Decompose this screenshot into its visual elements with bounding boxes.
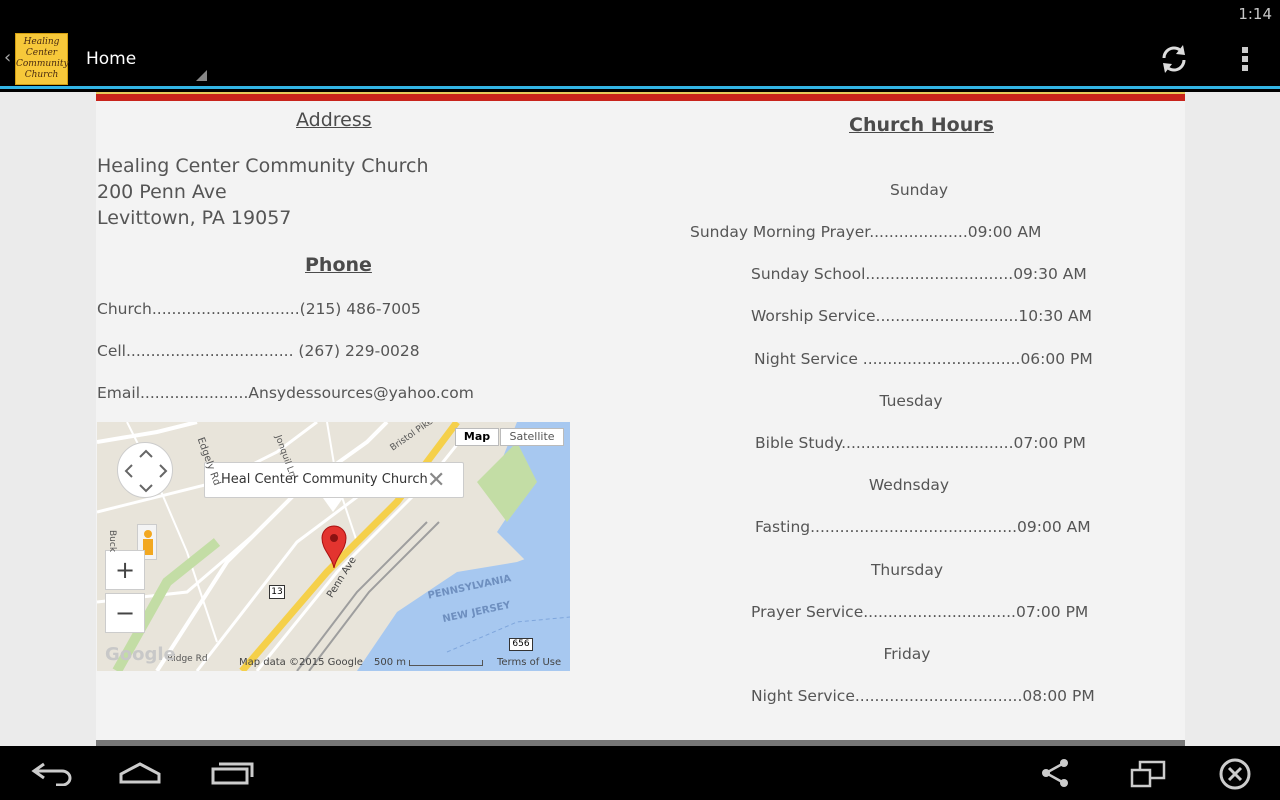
status-bar: 1:14 (0, 0, 1280, 29)
spinner-indicator-icon[interactable] (196, 70, 207, 81)
day-label-tuesday: Tuesday (879, 392, 943, 410)
window-icon[interactable] (1130, 760, 1166, 788)
back-caret-icon[interactable]: ‹ (4, 47, 11, 68)
church-phone[interactable]: Church..............................(215… (97, 300, 421, 318)
address-line: Levittown, PA 19057 (97, 207, 292, 229)
refresh-icon (1162, 45, 1186, 73)
overflow-menu-icon (1242, 47, 1248, 53)
hours-row: Prayer Service..........................… (751, 603, 1089, 621)
day-label-wednesday: Wednsday (868, 476, 950, 494)
recent-apps-icon[interactable] (210, 760, 254, 786)
map-type-map-button[interactable]: Map (455, 428, 499, 446)
day-label-friday: Friday (883, 645, 931, 663)
location-map[interactable]: Map Satellite + − Heal Center Community … (97, 422, 570, 671)
nav-spinner-title[interactable]: Home (86, 49, 136, 69)
close-circle-icon[interactable] (1218, 757, 1252, 791)
close-icon[interactable]: ✕ (427, 468, 445, 493)
email-address[interactable]: Email......................Ansydessource… (97, 384, 474, 402)
pan-arrows-icon (124, 449, 168, 493)
cell-phone[interactable]: Cell.................................. (… (97, 342, 420, 360)
map-attribution: Map data ©2015 Google (239, 657, 363, 668)
phone-heading: Phone (305, 254, 372, 276)
hours-row: Night Service...........................… (751, 687, 1095, 705)
zoom-out-button[interactable]: − (105, 593, 145, 633)
hours-row: Sunday School...........................… (751, 265, 1087, 283)
street-label: Buck (107, 530, 117, 553)
map-pan-control[interactable] (117, 442, 173, 498)
home-icon[interactable] (118, 760, 162, 786)
header-stripe (96, 92, 1185, 101)
route-shield: 656 (509, 638, 533, 651)
google-logo: Google (105, 644, 176, 665)
route-shield: 13 (269, 585, 285, 599)
map-terms-link[interactable]: Terms of Use (497, 657, 561, 668)
address-line: 200 Penn Ave (97, 181, 227, 203)
overflow-menu-icon (1242, 65, 1248, 71)
zoom-in-button[interactable]: + (105, 550, 145, 590)
web-view[interactable]: Address Healing Center Community Church … (0, 92, 1280, 746)
logo-line: Church (24, 70, 59, 80)
app-logo[interactable]: Healing Center Community Church (15, 33, 69, 85)
logo-line: Healing (23, 37, 60, 47)
logo-line: Center (25, 48, 58, 58)
address-line: Healing Center Community Church (97, 155, 429, 177)
map-info-window[interactable]: Heal Center Community Church ✕ (204, 462, 464, 512)
map-scale-bar (409, 660, 483, 666)
logo-line: Community (16, 59, 69, 69)
hours-heading: Church Hours (849, 114, 994, 136)
back-icon[interactable] (30, 760, 74, 786)
system-nav-bar (0, 746, 1280, 800)
hours-row: Night Service ..........................… (754, 350, 1093, 368)
page-content: Address Healing Center Community Church … (96, 92, 1185, 746)
refresh-button[interactable] (1156, 41, 1192, 77)
overflow-menu-icon (1242, 56, 1248, 62)
overflow-menu-button[interactable] (1232, 41, 1258, 77)
day-label-thursday: Thursday (870, 561, 944, 579)
hours-row: Worship Service.........................… (751, 307, 1092, 325)
hours-row: Fasting.................................… (755, 518, 1091, 536)
hours-row: Bible Study.............................… (755, 434, 1086, 452)
hours-row: Sunday Morning Prayer...................… (690, 223, 1042, 241)
address-heading: Address (296, 109, 372, 131)
status-clock: 1:14 (1238, 5, 1272, 23)
share-icon[interactable] (1040, 758, 1072, 788)
map-marker-icon[interactable] (321, 524, 347, 568)
map-type-satellite-button[interactable]: Satellite (500, 428, 564, 446)
action-bar: ‹ Healing Center Community Church Home (0, 29, 1280, 89)
info-window-title: Heal Center Community Church (221, 472, 428, 487)
day-label-sunday: Sunday (890, 181, 948, 199)
map-scale-label: 500 m (374, 657, 407, 668)
